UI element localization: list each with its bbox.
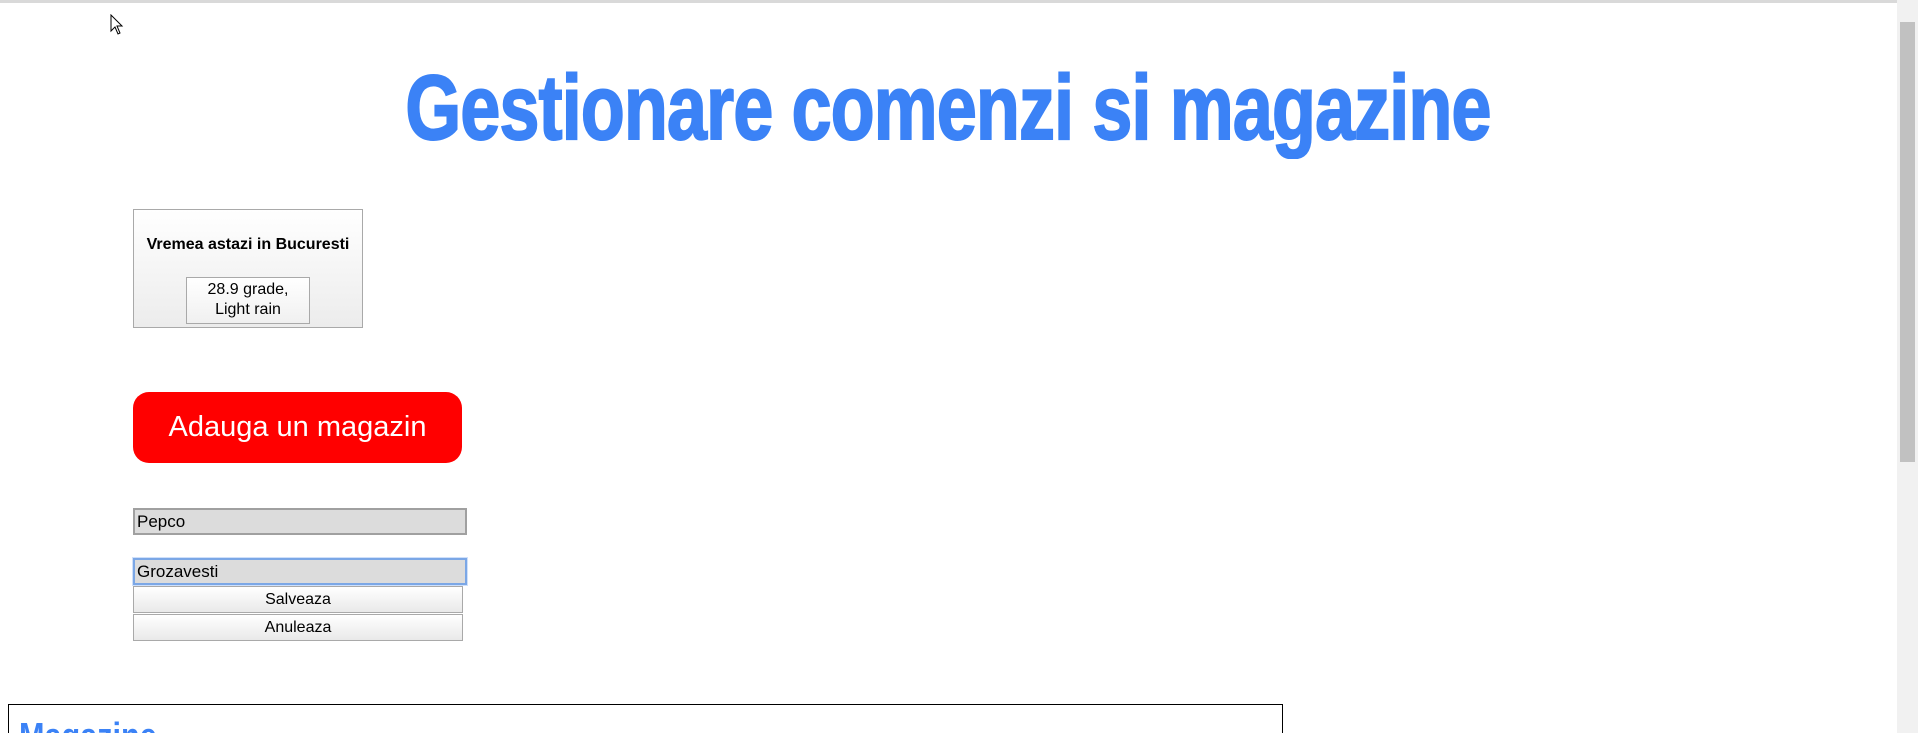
save-button[interactable]: Salveaza: [133, 586, 463, 613]
page-title: Gestionare comenzi si magazine: [405, 57, 1493, 159]
stores-heading: Magazine: [19, 715, 157, 733]
store-location-input[interactable]: [133, 558, 467, 585]
store-name-input[interactable]: [133, 508, 467, 535]
scrollbar-thumb[interactable]: [1900, 22, 1915, 462]
weather-title: Vremea astazi in Bucuresti: [146, 236, 350, 253]
weather-temperature: 28.9 grade,: [207, 281, 289, 298]
window-top-border: [0, 0, 1918, 3]
stores-panel: Magazine: [8, 704, 1283, 733]
add-store-button[interactable]: Adauga un magazin: [133, 392, 462, 463]
mouse-cursor-icon: [110, 14, 124, 35]
vertical-scrollbar[interactable]: [1897, 0, 1918, 733]
weather-condition: Light rain: [215, 301, 281, 318]
cancel-button[interactable]: Anuleaza: [133, 614, 463, 641]
weather-widget: Vremea astazi in Bucuresti 28.9 grade, L…: [133, 209, 363, 328]
weather-value-box: 28.9 grade, Light rain: [186, 277, 310, 324]
